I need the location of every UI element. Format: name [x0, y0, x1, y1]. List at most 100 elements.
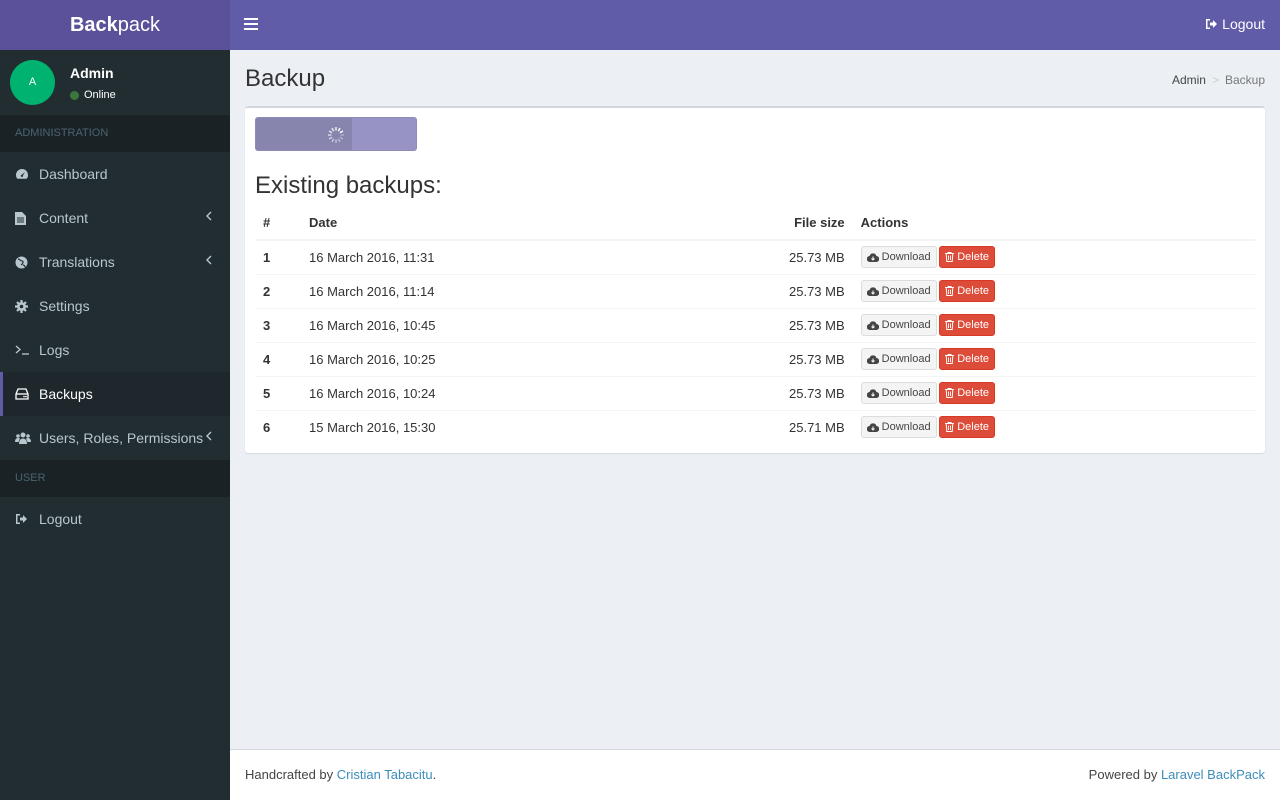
download-button[interactable]: Download: [860, 314, 937, 336]
trash-icon: [945, 354, 955, 364]
trash-icon: [945, 422, 955, 433]
breadcrumb-admin[interactable]: Admin: [1172, 73, 1206, 87]
sidebar-item-logs[interactable]: Logs: [0, 328, 230, 372]
create-backup-button[interactable]: [255, 117, 417, 151]
author-link[interactable]: Cristian Tabacitu: [337, 767, 433, 782]
table-row: 2 16 March 2016, 11:14 25.73 MB Download De…: [255, 273, 1255, 308]
spinner-tick: [328, 130, 333, 134]
footer-text: Handcrafted by: [245, 767, 337, 782]
download-label: Download: [881, 285, 931, 297]
delete-label: Delete: [957, 251, 989, 264]
cloud-download-icon: [866, 423, 879, 432]
user-status: Online: [70, 89, 116, 101]
backpack-link[interactable]: Laravel BackPack: [1161, 767, 1265, 782]
row-file-size: 25.73 MB: [781, 273, 853, 308]
row-file-size: 25.73 MB: [781, 375, 853, 410]
sidebar-item-users-roles-permissions[interactable]: Users, Roles, Permissions: [0, 416, 230, 460]
sidebar-item-label: Logout: [39, 511, 82, 527]
top-navbar: Logout: [230, 0, 1280, 50]
sidebar-toggle-button[interactable]: [244, 18, 258, 30]
row-actions: Download Delete: [852, 307, 1255, 342]
download-button[interactable]: Download: [860, 246, 937, 269]
table-header-row: # Date File size Actions: [255, 206, 1255, 241]
sidebar-item-translations[interactable]: Translations: [0, 240, 230, 284]
row-number: 6: [255, 409, 301, 444]
sidebar-item-logout[interactable]: Logout: [0, 497, 230, 541]
avatar: A: [10, 60, 55, 105]
brand-logo[interactable]: Backpack: [0, 0, 230, 50]
row-actions: Download Delete: [852, 239, 1255, 274]
footer-text: .: [432, 767, 437, 782]
trash-icon: [945, 286, 955, 296]
cloud-download-icon: [866, 253, 879, 262]
sidebar: A Admin Online ADMINISTRATION Dashboard …: [0, 50, 230, 800]
terminal-icon: [15, 345, 39, 355]
column-header-number: #: [255, 206, 301, 241]
page-title: Backup: [245, 65, 326, 92]
footer-credits: Handcrafted by Cristian Tabacitu.: [245, 767, 436, 782]
hamburger-icon: [244, 18, 258, 20]
delete-button[interactable]: Delete: [939, 416, 995, 439]
delete-button[interactable]: Delete: [939, 314, 995, 336]
file-icon: [15, 211, 39, 225]
delete-label: Delete: [957, 421, 989, 434]
delete-button[interactable]: Delete: [939, 348, 995, 370]
user-panel: A Admin Online: [0, 50, 230, 115]
brand-bold: Back: [69, 14, 118, 36]
spinner-tick: [337, 138, 341, 143]
spinner-tick: [339, 130, 344, 134]
delete-label: Delete: [957, 353, 989, 365]
sign-out-icon: [1206, 19, 1218, 29]
chevron-left-icon: [206, 211, 212, 221]
column-header-actions: Actions: [852, 206, 1255, 241]
sidebar-item-dashboard[interactable]: Dashboard: [0, 152, 230, 196]
delete-label: Delete: [957, 285, 989, 297]
gear-icon: [15, 299, 39, 313]
content-header: Backup Admin > Backup: [245, 60, 1265, 100]
user-name: Admin: [70, 65, 114, 81]
footer: Handcrafted by Cristian Tabacitu. Powere…: [230, 749, 1280, 800]
table-row: 5 16 March 2016, 10:24 25.73 MB Download De…: [255, 375, 1255, 410]
brand-light: pack: [117, 14, 161, 36]
download-label: Download: [881, 319, 931, 331]
breadcrumb-separator: >: [1211, 73, 1219, 87]
delete-button[interactable]: Delete: [939, 382, 995, 404]
sign-out-icon: [15, 513, 39, 525]
chevron-left-icon: [206, 255, 212, 265]
delete-button[interactable]: Delete: [939, 246, 995, 269]
download-button[interactable]: Download: [860, 348, 937, 370]
hdd-icon: [15, 388, 39, 400]
navbar-logout-link[interactable]: Logout: [1205, 16, 1265, 32]
delete-label: Delete: [957, 319, 989, 331]
footer-text: Powered by: [1088, 767, 1161, 782]
sidebar-item-backups[interactable]: Backups: [0, 372, 230, 416]
row-actions: Download Delete: [852, 341, 1255, 376]
row-date: 15 March 2016, 15:30: [301, 409, 781, 444]
row-date: 16 March 2016, 10:45: [301, 307, 781, 342]
download-button[interactable]: Download: [860, 416, 937, 439]
column-header-date: Date: [301, 206, 781, 241]
logout-label: Logout: [1222, 16, 1265, 32]
spinner-tick: [339, 136, 344, 140]
download-button[interactable]: Download: [860, 382, 937, 404]
table-row: 6 15 March 2016, 15:30 25.71 MB Download De…: [255, 409, 1255, 444]
spinner-tick: [337, 127, 341, 132]
download-label: Download: [881, 251, 931, 264]
cloud-download-icon: [866, 388, 879, 398]
spinner-tick: [331, 127, 335, 132]
delete-button[interactable]: Delete: [939, 280, 995, 302]
row-actions: Download Delete: [852, 375, 1255, 410]
row-number: 1: [255, 239, 301, 274]
row-date: 16 March 2016, 11:31: [301, 239, 781, 274]
trash-icon: [945, 320, 955, 330]
sidebar-item-settings[interactable]: Settings: [0, 284, 230, 328]
footer-powered-by: Powered by Laravel BackPack: [1089, 767, 1265, 782]
row-number: 2: [255, 273, 301, 308]
sidebar-item-label: Logs: [39, 342, 70, 358]
sidebar-item-content[interactable]: Content: [0, 196, 230, 240]
download-button[interactable]: Download: [860, 280, 937, 302]
sidebar-item-label: Settings: [39, 298, 90, 314]
row-file-size: 25.73 MB: [781, 341, 853, 376]
row-actions: Download Delete: [852, 409, 1255, 444]
status-dot-icon: [70, 90, 79, 100]
